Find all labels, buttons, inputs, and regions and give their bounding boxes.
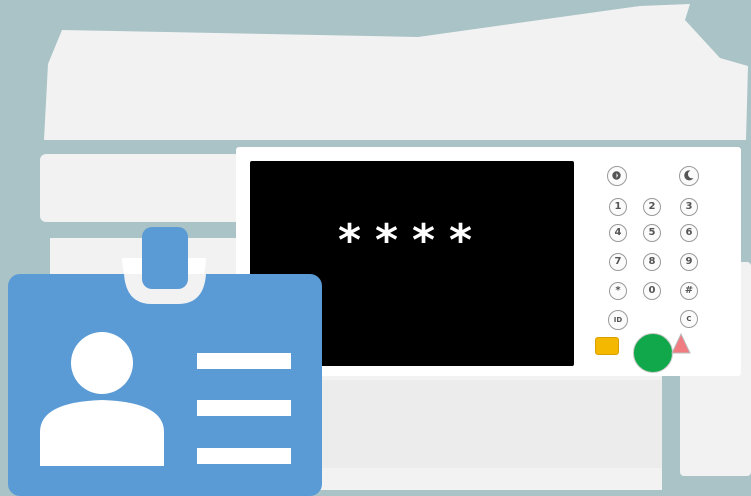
key-0[interactable]: 0: [643, 282, 661, 300]
person-head-icon: [71, 332, 133, 394]
moon-icon[interactable]: [679, 166, 699, 186]
person-body-icon: [40, 400, 164, 466]
id-key[interactable]: ID: [608, 310, 628, 330]
badge-line-1: [197, 353, 291, 369]
key-8[interactable]: 8: [643, 253, 661, 271]
key-6[interactable]: 6: [680, 224, 698, 242]
energy-saver-icon[interactable]: [607, 166, 627, 186]
key-star[interactable]: *: [609, 282, 627, 300]
clear-key[interactable]: C: [680, 310, 698, 328]
key-2[interactable]: 2: [643, 198, 661, 216]
key-5[interactable]: 5: [643, 224, 661, 242]
start-button[interactable]: [633, 333, 673, 373]
key-7[interactable]: 7: [609, 253, 627, 271]
id-badge: [8, 227, 322, 496]
key-3[interactable]: 3: [680, 198, 698, 216]
badge-tab: [142, 227, 188, 289]
copier-illustration: **** 1 2 3 4 5 6 7 8 9 * 0 # ID C: [0, 0, 751, 496]
key-hash[interactable]: #: [680, 282, 698, 300]
key-1[interactable]: 1: [609, 198, 627, 216]
pointer-arrow-icon: [671, 332, 691, 354]
stop-button[interactable]: [595, 337, 619, 355]
scanner-lid: [44, 4, 748, 140]
badge-line-3: [197, 448, 291, 464]
key-4[interactable]: 4: [609, 224, 627, 242]
badge-line-2: [197, 400, 291, 416]
key-9[interactable]: 9: [680, 253, 698, 271]
